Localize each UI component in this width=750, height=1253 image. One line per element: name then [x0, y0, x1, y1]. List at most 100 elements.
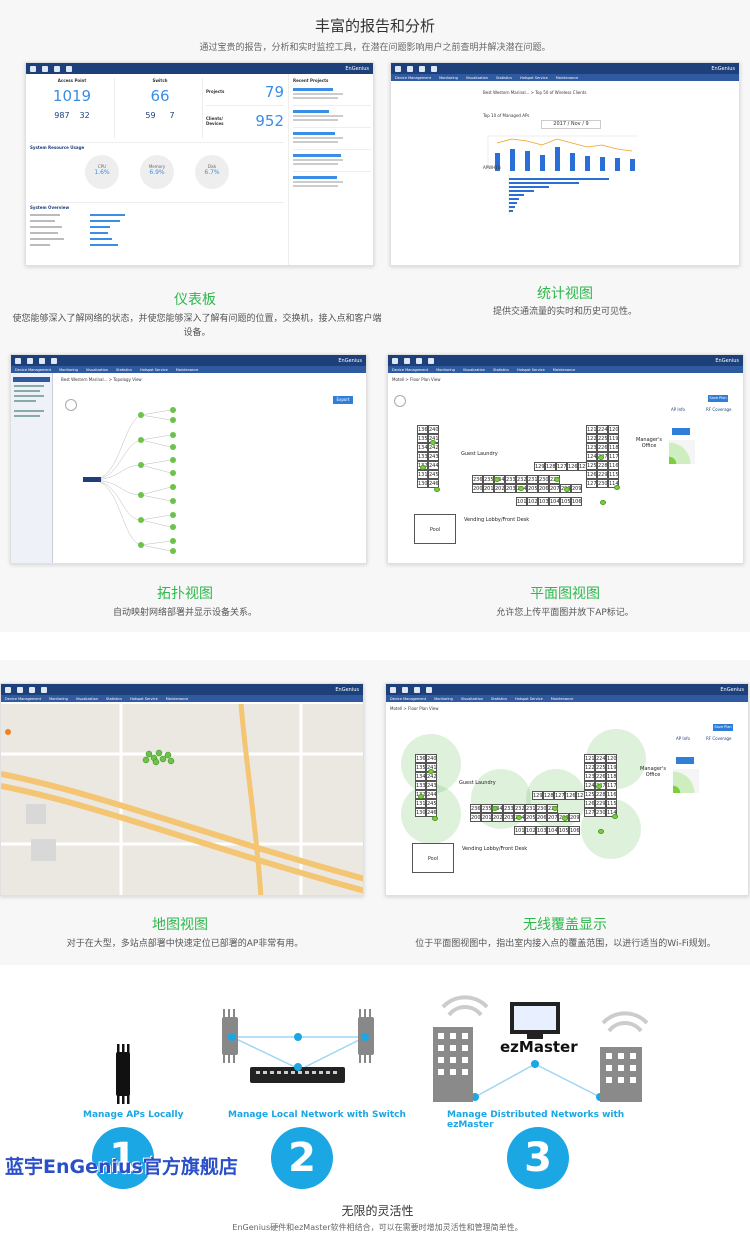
save-plan-button[interactable]: Save Plan: [708, 395, 728, 402]
feature-title-floorplan: 平面图视图: [530, 586, 600, 602]
room-cell: 121: [586, 425, 597, 434]
room-cell: 122: [584, 763, 595, 772]
room-cell: 231: [527, 475, 538, 484]
room-cell: 122: [586, 434, 597, 443]
access-point-marker[interactable]: [420, 465, 426, 470]
room-cell: 244: [428, 461, 439, 470]
statistics-screenshot: EnGenius Device Management Monitoring Visu…: [390, 62, 740, 266]
room-cell: 128: [543, 791, 554, 800]
access-point-marker[interactable]: [596, 784, 602, 789]
room-cell: 203: [505, 484, 516, 493]
access-point-marker[interactable]: [598, 829, 604, 834]
room-cell: 202: [494, 484, 505, 493]
access-point-marker[interactable]: [552, 806, 558, 811]
access-point-marker[interactable]: [432, 816, 438, 821]
access-point-marker[interactable]: [554, 477, 560, 482]
room-cell: 124: [584, 781, 595, 790]
access-point-marker[interactable]: [614, 485, 620, 490]
room-cell: 123: [584, 772, 595, 781]
access-point-marker[interactable]: [562, 816, 568, 821]
access-point-marker[interactable]: [516, 815, 522, 820]
room-cell: 126: [567, 462, 578, 471]
room-cell: 230: [595, 808, 606, 817]
room-cell: 130: [417, 479, 428, 488]
room-cell: 202: [492, 813, 503, 822]
flexibility-subheading: EnGenius硬件和ezMaster软件相结合，可以在需要时增加灵活性和管理简…: [232, 1223, 523, 1232]
access-point-marker[interactable]: [598, 455, 604, 460]
feature-title-statistics: 统计视图: [537, 286, 593, 302]
floorplan-tool-button[interactable]: [676, 757, 694, 764]
switch-network-icon: [222, 1009, 374, 1083]
feature-title-coverage: 无线覆盖显示: [523, 917, 607, 933]
room-cell: 101: [514, 826, 525, 835]
room-cell: 119: [608, 434, 619, 443]
room-cell: 106: [571, 497, 582, 506]
room-cell: 230: [536, 804, 547, 813]
access-point-marker[interactable]: [430, 440, 436, 445]
room-cell: 103: [538, 497, 549, 506]
room-cell: 233: [503, 804, 514, 813]
room-cell: 117: [608, 452, 619, 461]
room-cell: 244: [426, 790, 437, 799]
room-cell: 127: [586, 479, 597, 488]
feature-desc-dashboard: 使您能够深入了解网络的状态，并使您能够深入了解有问题的位置，交换机，接入点和客户…: [12, 314, 382, 338]
access-point-marker[interactable]: [612, 814, 618, 819]
room-cell: 118: [608, 443, 619, 452]
step1-caption: Manage APs Locally: [83, 1110, 184, 1120]
coverage-screenshot: EnGenius Device Management Monitoring Visu…: [385, 683, 749, 896]
room-cell: 105: [560, 497, 571, 506]
room-cell: 232: [514, 804, 525, 813]
room-cell: 236: [470, 804, 481, 813]
room-cell: 115: [608, 470, 619, 479]
zoom-control-icon[interactable]: [394, 395, 406, 407]
export-button[interactable]: Export: [333, 396, 353, 404]
room-cell: 240: [426, 754, 437, 763]
step3-badge: 3: [507, 1127, 569, 1189]
feature-desc-floorplan: 允许您上传平面图并放下AP标记。: [496, 608, 634, 618]
room-cell: 200: [472, 484, 483, 493]
room-cell: 233: [505, 475, 516, 484]
room-cell: 128: [545, 462, 556, 471]
room-cell: 226: [595, 772, 606, 781]
ezmaster-label: ezMaster: [500, 1038, 578, 1056]
room-cell: 104: [547, 826, 558, 835]
access-point-marker[interactable]: [492, 806, 498, 811]
room-cell: 207: [549, 484, 560, 493]
room-cell: 205: [527, 484, 538, 493]
room-cell: 117: [606, 781, 617, 790]
section-heading: 丰富的报告和分析: [314, 17, 435, 35]
access-point-marker[interactable]: [600, 500, 606, 505]
room-cell: 125: [584, 790, 595, 799]
room-cell: 126: [584, 799, 595, 808]
flexibility-banner: ezMaster Manage APs Locally Manage Local…: [83, 972, 660, 1253]
step2-caption: Manage Local Network with Switch: [228, 1110, 406, 1120]
room-cell: 127: [556, 462, 567, 471]
access-point-marker[interactable]: [428, 769, 434, 774]
building-icon: [600, 1047, 642, 1102]
save-plan-button[interactable]: Save Plan: [713, 724, 733, 731]
room-cell: 243: [428, 452, 439, 461]
room-cell: 131: [417, 470, 428, 479]
room-cell: 129: [532, 791, 543, 800]
room-cell: 225: [597, 434, 608, 443]
room-cell: 236: [472, 475, 483, 484]
access-point-marker[interactable]: [418, 794, 424, 799]
room-cell: 126: [565, 791, 576, 800]
access-point-icon: [116, 1044, 130, 1104]
room-cell: 115: [606, 799, 617, 808]
room-cell: 105: [558, 826, 569, 835]
step3-caption: Manage Distributed Networks with ezMaste…: [447, 1110, 625, 1130]
room-cell: 209: [569, 813, 580, 822]
room-cell: 101: [516, 497, 527, 506]
room-cell: 106: [569, 826, 580, 835]
access-point-marker[interactable]: [434, 487, 440, 492]
access-point-marker[interactable]: [518, 486, 524, 491]
flexibility-heading: 无限的灵活性: [341, 1204, 414, 1218]
room-cell: 230: [597, 479, 608, 488]
room-cell: 118: [606, 772, 617, 781]
access-point-marker[interactable]: [494, 477, 500, 482]
access-point-marker[interactable]: [564, 487, 570, 492]
section-subheading: 通过宝贵的报告，分析和实时监控工具，在潜在问题影响用户之前查明并解决潜在问题。: [199, 43, 551, 53]
room-cell: 102: [527, 497, 538, 506]
floorplan-tool-button[interactable]: [672, 428, 690, 435]
